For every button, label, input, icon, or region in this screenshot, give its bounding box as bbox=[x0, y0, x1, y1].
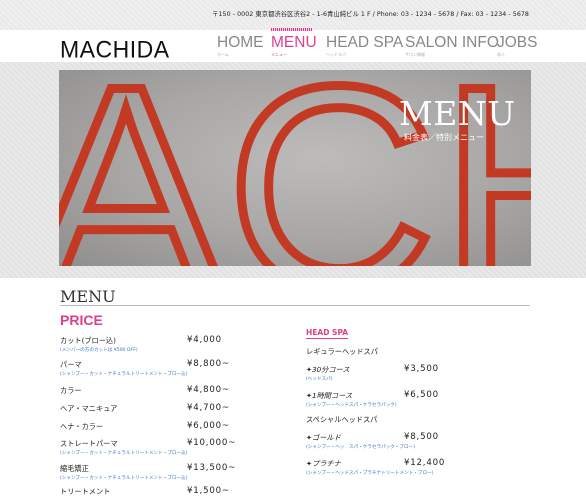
section-title: MENU bbox=[60, 287, 116, 306]
price-item: ヘア・マニキュア ¥4,700~ bbox=[60, 403, 250, 414]
nav-salon-info-sublabel: サロン情報 bbox=[405, 52, 425, 57]
price-item-note: (メンバーの方のカットは ¥500 OFF) bbox=[60, 348, 138, 353]
top-info-bar: 〒150 - 0002 東京都渋谷区渋谷2 - 1-6青山純ビル 1 F / P… bbox=[0, 0, 586, 30]
price-item-price: ¥8,800~ bbox=[187, 359, 230, 369]
price-item: カラー ¥4,800~ bbox=[60, 385, 250, 396]
nav-jobs-sublabel: 求人 bbox=[497, 52, 505, 57]
head-spa-regular-label: レギュラーヘッドスパ bbox=[306, 347, 378, 356]
head-spa-item: ✦30分コース (ヘッドスパ) ¥3,500 bbox=[306, 364, 496, 382]
head-spa-item-note: (シャンプー・ヘッドスパ・ケラセラパック) bbox=[306, 403, 397, 408]
price-item-price: ¥4,800~ bbox=[187, 385, 230, 395]
nav-jobs-label: JOBS bbox=[497, 34, 538, 51]
head-spa-item-note: (シャンプー・ヘッ スパ・ケラセラパック・ブロー) bbox=[306, 445, 415, 450]
price-item: カット(ブロー込) (メンバーの方のカットは ¥500 OFF) ¥4,000 bbox=[60, 335, 250, 353]
nav-head-spa-sublabel: ヘッドスパ bbox=[326, 52, 346, 57]
head-spa-category: スペシャルヘッドスパ bbox=[306, 415, 496, 425]
head-spa-item-price: ¥6,500 bbox=[404, 390, 439, 400]
head-spa-item-note: (ヘッドスパ) bbox=[306, 377, 333, 382]
price-item-note: (シャンプー・カット・ナチュラルトリートメント・ブロー込) bbox=[60, 451, 188, 456]
nav-salon-info-label: SALON INFO bbox=[405, 34, 499, 51]
price-item: ストレートパーマ (シャンプー・カット・ナチュラルトリートメント・ブロー込) ¥… bbox=[60, 438, 250, 456]
nav-home-label: HOME bbox=[217, 34, 264, 51]
head-spa-item-note: (シャンプー・ヘッドスパ・プラチナトリートメント・ブロー) bbox=[306, 471, 434, 476]
price-item-note: (シャンプー・カット・ナチュラルトリートメント・ブロー込) bbox=[60, 372, 188, 377]
nav-head-spa[interactable]: HEAD SPA ヘッドスパ bbox=[326, 34, 403, 60]
head-spa-item: ✦1時間コース (シャンプー・ヘッドスパ・ケラセラパック) ¥6,500 bbox=[306, 390, 496, 408]
hero-subtitle: 料金表／特別メニュー bbox=[404, 133, 484, 142]
head-spa-item-name: ✦ゴールド bbox=[306, 433, 341, 442]
head-spa-item-name: ✦プラチナ bbox=[306, 459, 341, 468]
site-logo[interactable]: MACHIDA bbox=[60, 35, 170, 63]
section-divider bbox=[60, 305, 530, 306]
active-nav-indicator bbox=[271, 28, 312, 31]
head-spa-item: ✦ゴールド (シャンプー・ヘッ スパ・ケラセラパック・ブロー) ¥8,500 bbox=[306, 432, 496, 450]
hero-banner: ACHIDA MENU 料金表／特別メニュー bbox=[59, 70, 531, 266]
head-spa-item: ✦プラチナ (シャンプー・ヘッドスパ・プラチナトリートメント・ブロー) ¥12,… bbox=[306, 458, 496, 476]
nav-home-sublabel: ホーム bbox=[217, 52, 229, 57]
nav-head-spa-label: HEAD SPA bbox=[326, 34, 404, 51]
nav-salon-info[interactable]: SALON INFO サロン情報 bbox=[405, 34, 499, 60]
price-item-price: ¥6,000~ bbox=[187, 421, 230, 431]
price-item: 縮毛矯正 (シャンプー・カット・ナチュラルトリートメント・ブロー込) ¥13,5… bbox=[60, 463, 250, 481]
head-spa-item-price: ¥3,500 bbox=[404, 364, 439, 374]
price-item-price: ¥13,500~ bbox=[187, 463, 237, 473]
nav-jobs[interactable]: JOBS 求人 bbox=[497, 34, 537, 60]
head-spa-item-name: ✦1時間コース bbox=[306, 391, 353, 400]
price-item: ヘナ・カラー ¥6,000~ bbox=[60, 421, 250, 432]
head-spa-item-price: ¥12,400 bbox=[404, 458, 446, 468]
price-heading: PRICE bbox=[60, 312, 103, 328]
hero-title: MENU bbox=[399, 94, 516, 133]
price-item-price: ¥10,000~ bbox=[187, 438, 237, 448]
price-item-note: (シャンプー・カット・ナチュラルトリートメント・ブロー込) bbox=[60, 476, 188, 481]
price-item: パーマ (シャンプー・カット・ナチュラルトリートメント・ブロー込) ¥8,800… bbox=[60, 359, 250, 377]
address-contact-text: 〒150 - 0002 東京都渋谷区渋谷2 - 1-6青山純ビル 1 F / P… bbox=[212, 11, 529, 18]
nav-menu[interactable]: MENU メニュー bbox=[271, 34, 317, 60]
nav-menu-sublabel: メニュー bbox=[271, 52, 287, 57]
head-spa-category: レギュラーヘッドスパ bbox=[306, 347, 496, 357]
head-spa-heading[interactable]: HEAD SPA bbox=[306, 328, 349, 339]
head-spa-item-name: ✦30分コース bbox=[306, 365, 350, 374]
nav-menu-label: MENU bbox=[271, 34, 317, 51]
head-spa-special-label: スペシャルヘッドスパ bbox=[306, 415, 378, 424]
price-item-price: ¥4,000 bbox=[187, 335, 222, 345]
price-item-price: ¥1,500~ bbox=[187, 486, 230, 496]
price-item-price: ¥4,700~ bbox=[187, 403, 230, 413]
nav-home[interactable]: HOME ホーム bbox=[217, 34, 264, 60]
head-spa-item-price: ¥8,500 bbox=[404, 432, 439, 442]
